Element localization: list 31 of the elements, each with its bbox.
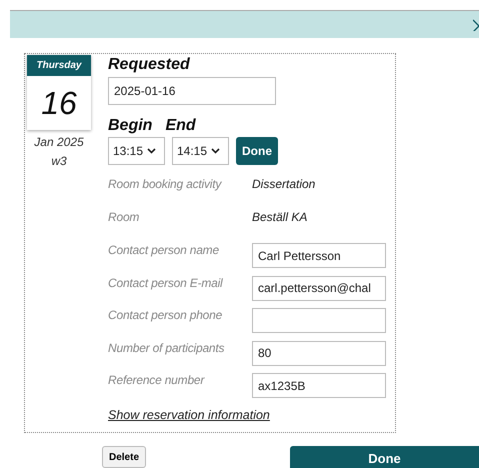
input-field[interactable]: [252, 308, 386, 333]
date-field[interactable]: 2025-01-16: [108, 77, 276, 105]
field-label: Contact person E-mail: [108, 276, 224, 290]
field-label: Contact person phone: [108, 308, 224, 322]
begin-heading: Begin: [108, 117, 152, 135]
day-number: 16: [40, 84, 78, 123]
done-button[interactable]: Done: [236, 137, 278, 165]
field-label: Room: [108, 210, 140, 224]
field-label: Room booking activity: [108, 177, 223, 191]
month-label: Jan 2025: [34, 135, 84, 149]
week-label: w3: [51, 154, 67, 168]
begin-time-select[interactable]: 13:15: [108, 137, 165, 165]
field-value: Dissertation: [252, 177, 316, 191]
input-field[interactable]: carl.pettersson@chal: [252, 276, 386, 300]
close-icon[interactable]: [473, 18, 479, 30]
chevron-down-icon: [211, 148, 220, 154]
weekday-label: Thursday: [27, 55, 91, 76]
field-label: Reference number: [108, 373, 206, 387]
requested-heading: Requested: [108, 56, 191, 74]
input-field[interactable]: 80: [252, 340, 386, 366]
end-time-select[interactable]: 14:15: [172, 137, 229, 165]
input-field[interactable]: Carl Pettersson: [252, 243, 386, 268]
done-button[interactable]: Done: [290, 446, 479, 468]
delete-button[interactable]: Delete: [102, 446, 146, 468]
field-value: Beställ KA: [252, 210, 308, 224]
chevron-down-icon: [147, 148, 156, 154]
field-label: Number of participants: [108, 340, 226, 354]
show-reservation-link[interactable]: Show reservation information: [108, 408, 270, 422]
input-field[interactable]: ax1235B: [252, 373, 386, 398]
end-heading: End: [165, 117, 196, 135]
field-label: Contact person name: [108, 243, 220, 257]
